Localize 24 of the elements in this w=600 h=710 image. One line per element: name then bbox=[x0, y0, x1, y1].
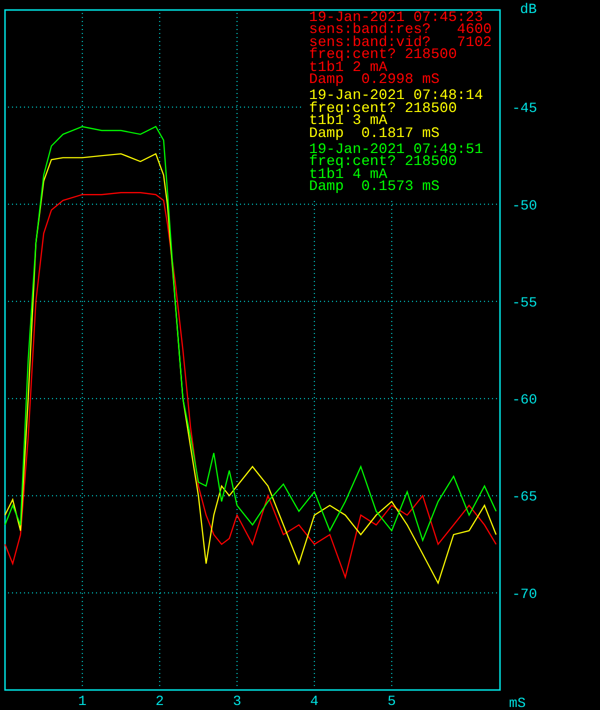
axis-unit-label: mS bbox=[509, 696, 526, 710]
axis-tick-label: 5 bbox=[388, 694, 396, 710]
axis-unit-label: dB bbox=[520, 2, 537, 18]
legend-text: freq:cent? 218500 bbox=[309, 156, 457, 169]
axis-tick-label: -60 bbox=[512, 392, 538, 409]
axis-tick-label: -70 bbox=[512, 586, 538, 603]
axis-tick-label: 4 bbox=[310, 694, 319, 710]
legend-text: Damp 0.1817 mS bbox=[309, 128, 440, 140]
axis-tick-label: -50 bbox=[512, 198, 538, 214]
legend-text: 19-Jan-2021 07:48:14 bbox=[309, 90, 484, 103]
axis-tick-label: -65 bbox=[512, 490, 538, 506]
legend-text: Damp 0.2998 mS bbox=[309, 74, 440, 86]
axis-tick-label: -55 bbox=[512, 295, 538, 312]
legend-text: freq:cent? 218500 bbox=[309, 102, 457, 116]
legend-text: Damp 0.1573 mS bbox=[309, 181, 440, 194]
legend-text: t1b1 3 mA bbox=[309, 115, 388, 128]
legend-text: t1b1 2 mA bbox=[309, 62, 388, 74]
axis-tick-label: -45 bbox=[512, 101, 538, 118]
axis-tick-label: 2 bbox=[155, 694, 164, 710]
axis-tick-label: 1 bbox=[78, 694, 87, 710]
legend-text: sens:band:res? 4600 bbox=[309, 24, 492, 37]
legend-text: freq:cent? 218500 bbox=[309, 49, 457, 62]
axis-tick-label: 3 bbox=[232, 694, 242, 710]
legend-text: t1b1 4 mA bbox=[309, 168, 388, 182]
